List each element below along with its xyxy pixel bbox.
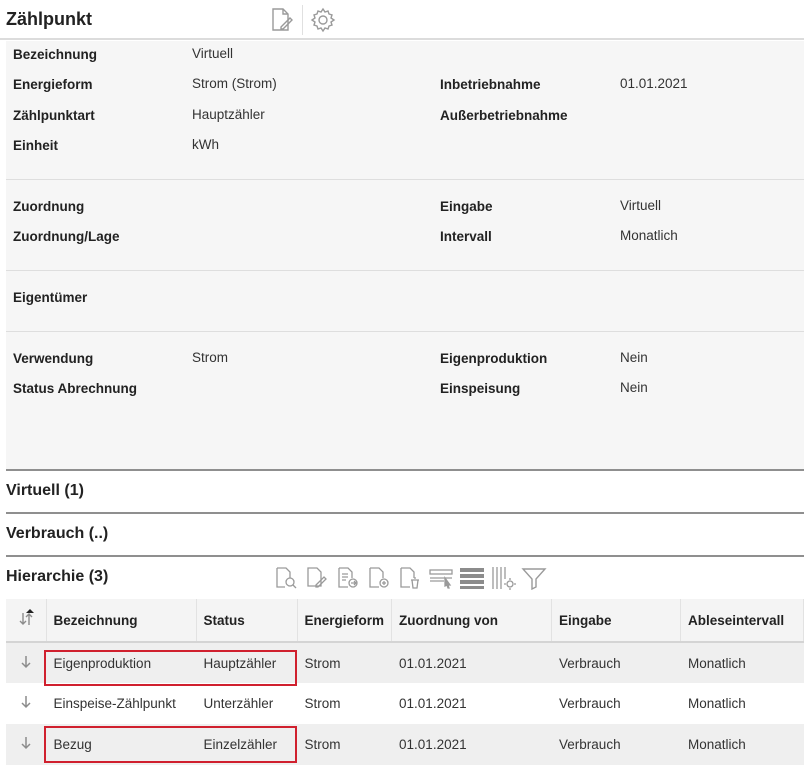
preview-document-icon[interactable] [270, 563, 301, 593]
cell-status[interactable]: Unterzähler [196, 683, 297, 724]
value-einheit: kWh [192, 137, 219, 152]
detail-panel: Bezeichnung Virtuell Energieform Strom (… [6, 41, 804, 469]
label-eingabe: Eingabe [440, 199, 493, 214]
header-toolbar [266, 5, 339, 35]
cell-energieform[interactable]: Strom [297, 642, 392, 683]
cell-zuordnung-von[interactable]: 01.01.2021 [391, 683, 552, 724]
sort-icon[interactable] [16, 608, 36, 629]
cell-energieform[interactable]: Strom [297, 724, 392, 765]
label-energieform: Energieform [13, 77, 93, 92]
label-eigentuemer: Eigentümer [13, 290, 88, 305]
label-einspeisung: Einspeisung [440, 381, 521, 396]
table-header-row: Bezeichnung Status Energieform Zuordnung… [6, 599, 804, 643]
value-verwendung: Strom [192, 350, 229, 365]
section-virtuell[interactable]: Virtuell (1) [6, 469, 804, 511]
section-verbrauch[interactable]: Verbrauch (..) [6, 512, 804, 554]
cell-eingabe[interactable]: Verbrauch [551, 642, 681, 683]
cell-ableseintervall[interactable]: Monatlich [680, 642, 804, 683]
toolbar-divider [302, 5, 303, 35]
label-ausserbetriebnahme: Außerbetriebnahme [440, 108, 568, 123]
value-einspeisung: Nein [620, 380, 648, 395]
label-zaehlpunktart: Zählpunktart [13, 108, 95, 123]
value-intervall: Monatlich [620, 228, 678, 243]
page-header: Zählpunkt [0, 0, 804, 40]
cell-ableseintervall[interactable]: Monatlich [680, 724, 804, 765]
label-zuordnung-lage: Zuordnung/Lage [13, 229, 120, 244]
cell-zuordnung-von[interactable]: 01.01.2021 [391, 642, 552, 683]
label-status-abrechnung: Status Abrechnung [13, 381, 138, 396]
label-intervall: Intervall [440, 229, 492, 244]
add-document-icon[interactable] [363, 563, 394, 593]
value-energieform: Strom (Strom) [192, 76, 277, 91]
cell-eingabe[interactable]: Verbrauch [551, 724, 681, 765]
cell-ableseintervall[interactable]: Monatlich [680, 683, 804, 724]
row-arrow-icon [6, 724, 46, 765]
value-inbetriebnahme: 01.01.2021 [620, 76, 688, 91]
highlight-box [44, 650, 297, 686]
label-inbetriebnahme: Inbetriebnahme [440, 77, 541, 92]
column-header-zuordnung-von[interactable]: Zuordnung von [391, 599, 553, 643]
section-title[interactable]: Verbrauch (..) [6, 525, 108, 543]
label-einheit: Einheit [13, 138, 59, 153]
edit-document-icon[interactable] [301, 563, 332, 593]
hierarchie-toolbar [270, 563, 549, 593]
cell-bezeichnung[interactable]: Einspeise-Zählpunkt [46, 683, 196, 724]
select-rows-icon[interactable] [425, 563, 456, 593]
filter-icon[interactable] [518, 563, 549, 593]
settings-gear-icon[interactable] [307, 5, 339, 35]
section-title[interactable]: Hierarchie (3) [6, 568, 108, 586]
edit-document-icon[interactable] [266, 5, 298, 35]
delete-document-icon[interactable] [394, 563, 425, 593]
cell-eingabe[interactable]: Verbrauch [551, 683, 681, 724]
cell-zuordnung-von[interactable]: 01.01.2021 [391, 724, 552, 765]
label-verwendung: Verwendung [13, 351, 94, 366]
sort-column-header[interactable] [6, 599, 47, 643]
column-header-ableseintervall[interactable]: Ableseintervall [680, 599, 804, 643]
divider [6, 331, 804, 332]
value-zaehlpunktart: Hauptzähler [192, 107, 265, 122]
row-arrow-icon [6, 683, 46, 724]
section-title[interactable]: Virtuell (1) [6, 482, 84, 500]
row-arrow-icon [6, 642, 46, 683]
value-eingabe: Virtuell [620, 198, 662, 213]
column-header-status[interactable]: Status [196, 599, 298, 643]
column-header-eingabe[interactable]: Eingabe [551, 599, 682, 643]
value-eigenproduktion: Nein [620, 350, 648, 365]
column-header-bezeichnung[interactable]: Bezeichnung [46, 599, 197, 643]
divider [6, 179, 804, 180]
section-hierarchie[interactable]: Hierarchie (3) [6, 555, 804, 599]
highlight-box [44, 726, 297, 763]
label-eigenproduktion: Eigenproduktion [440, 351, 548, 366]
column-header-energieform[interactable]: Energieform [297, 599, 393, 643]
divider [6, 270, 804, 271]
page-title: Zählpunkt [6, 9, 92, 29]
export-document-icon[interactable] [332, 563, 363, 593]
column-settings-icon[interactable] [487, 563, 518, 593]
label-bezeichnung: Bezeichnung [13, 47, 98, 62]
value-bezeichnung: Virtuell [192, 46, 234, 61]
cell-energieform[interactable]: Strom [297, 683, 392, 724]
list-view-icon[interactable] [456, 563, 487, 593]
label-zuordnung: Zuordnung [13, 199, 85, 214]
table-row[interactable]: Einspeise-Zählpunkt Unterzähler Strom 01… [6, 683, 804, 724]
